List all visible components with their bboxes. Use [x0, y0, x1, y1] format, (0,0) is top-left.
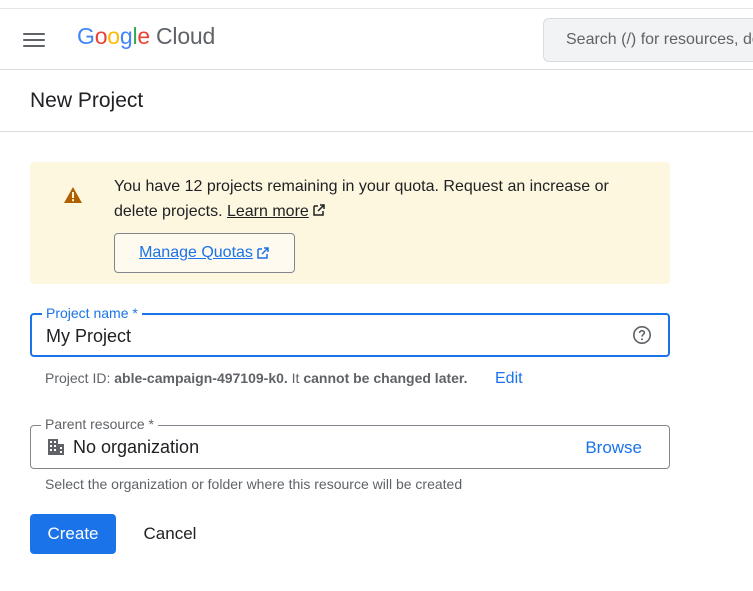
manage-quotas-button[interactable]: Manage Quotas — [114, 233, 295, 273]
banner-message: You have 12 projects remaining in your q… — [114, 178, 609, 220]
parent-resource-label: Parent resource * — [41, 416, 158, 432]
logo-letter: o — [94, 23, 108, 49]
browse-button[interactable]: Browse — [585, 438, 642, 458]
project-id-mid: It — [291, 370, 300, 386]
building-icon — [48, 439, 64, 455]
warning-icon — [64, 187, 82, 203]
manage-quotas-label: Manage Quotas — [139, 244, 253, 261]
menu-icon[interactable] — [20, 28, 50, 52]
edit-project-id-button[interactable]: Edit — [495, 370, 523, 388]
top-app-bar: Google Cloud Search (/) for resources, d… — [0, 8, 753, 70]
project-id-note: cannot be changed later. — [303, 370, 468, 386]
external-link-icon — [257, 247, 269, 259]
parent-resource-hint: Select the organization or folder where … — [45, 476, 463, 492]
logo-letter: o — [107, 23, 120, 49]
logo-letter: G — [77, 23, 95, 49]
search-input[interactable]: Search (/) for resources, docs, products… — [543, 18, 753, 62]
project-name-input[interactable]: My Project — [46, 326, 131, 347]
project-name-field[interactable]: Project name * My Project — [30, 305, 670, 357]
project-id-info: Project ID: able-campaign-497109-k0. It … — [45, 370, 468, 386]
help-icon[interactable] — [632, 325, 652, 345]
external-link-icon — [313, 204, 325, 216]
quota-warning-banner: You have 12 projects remaining in your q… — [30, 162, 670, 284]
logo-letter: g — [119, 23, 133, 49]
banner-message-block: You have 12 projects remaining in your q… — [114, 174, 644, 224]
learn-more-link[interactable]: Learn more — [227, 203, 309, 220]
page-header: New Project — [0, 70, 753, 132]
project-name-label: Project name * — [42, 305, 142, 321]
create-button[interactable]: Create — [30, 514, 116, 554]
cancel-button[interactable]: Cancel — [126, 514, 214, 554]
parent-resource-field[interactable]: Parent resource * No organization Browse — [30, 416, 670, 469]
logo-letter: e — [137, 23, 150, 49]
page-title: New Project — [30, 89, 144, 112]
logo-cloud-text: Cloud — [156, 23, 216, 49]
parent-resource-value: No organization — [73, 437, 200, 457]
project-id-value: able-campaign-497109-k0. — [114, 370, 288, 386]
project-id-prefix: Project ID: — [45, 370, 111, 386]
google-cloud-logo[interactable]: Google Cloud — [77, 23, 215, 57]
